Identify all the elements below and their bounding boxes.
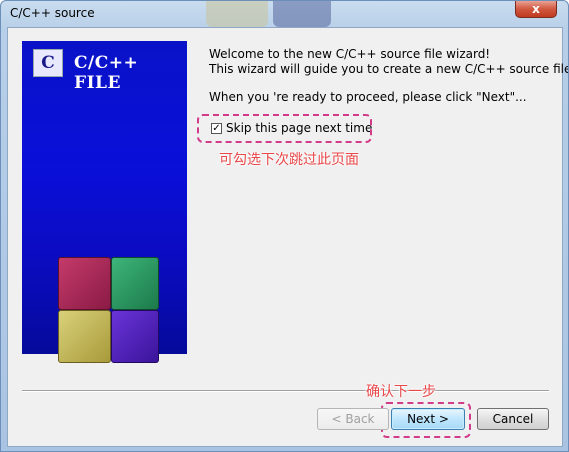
cancel-button[interactable]: Cancel [477, 408, 549, 430]
wizard-window: C/C++ source x C C/C++ FILE Welcome to t… [0, 0, 569, 452]
next-note-annotation: 确认下一步 [366, 384, 436, 400]
footer-separator [22, 390, 549, 392]
proceed-instructions: When you 're ready to proceed, please cl… [209, 90, 527, 104]
side-panel-title: C/C++ FILE [74, 53, 139, 93]
welcome-line: Welcome to the new C/C++ source file wiz… [209, 47, 491, 61]
background-blur [273, 1, 331, 27]
checkbox-note-annotation: 可勾选下次跳过此页面 [219, 152, 359, 168]
wizard-side-image: C C/C++ FILE [22, 41, 187, 363]
checkbox-highlight-annotation [197, 114, 372, 143]
purple-cube-graphic [111, 310, 159, 363]
background-blur [206, 1, 268, 27]
welcome-text: Welcome to the new C/C++ source file wiz… [209, 47, 569, 77]
yellow-cube-graphic [58, 310, 111, 363]
wizard-body: C C/C++ FILE Welcome to the new C/C++ so… [7, 27, 568, 447]
green-cube-graphic [111, 257, 159, 310]
close-button[interactable]: x [515, 1, 557, 18]
next-button[interactable]: Next > [391, 408, 465, 430]
close-icon: x [532, 2, 540, 16]
title-bar[interactable]: C/C++ source x [1, 1, 568, 27]
cpp-logo-icon: C [33, 49, 63, 77]
welcome-line: This wizard will guide you to create a n… [209, 62, 569, 76]
back-button[interactable]: < Back [317, 408, 389, 430]
red-cube-graphic [58, 257, 111, 310]
window-title: C/C++ source [10, 6, 95, 20]
